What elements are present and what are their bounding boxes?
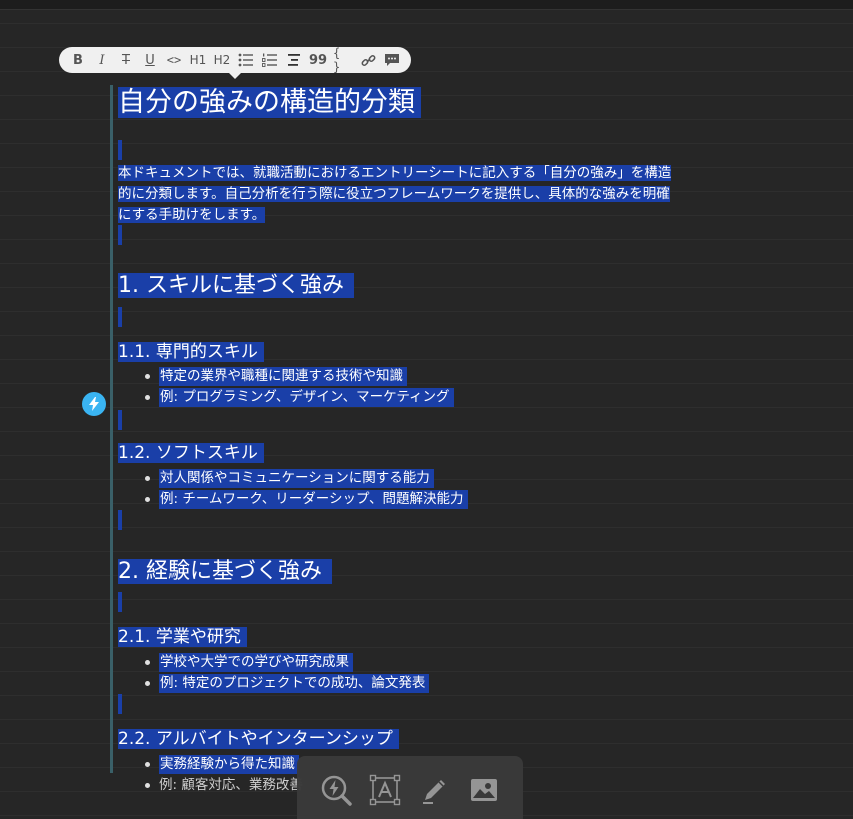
comment-button[interactable] xyxy=(381,50,403,70)
document-title[interactable]: 自分の強みの構造的分類 xyxy=(118,84,421,122)
title-text: 自分の強みの構造的分類 xyxy=(118,87,421,118)
subsection-heading[interactable]: 2.1. 学業や研究 xyxy=(118,625,247,649)
text-box-icon xyxy=(370,774,401,806)
bullet-list: 特定の業界や職種に関連する技術や知識 例: プログラミング、デザイン、マーケティ… xyxy=(140,366,454,408)
blockquote-button[interactable]: 99 xyxy=(307,50,329,70)
link-button[interactable] xyxy=(357,50,379,70)
bullet-list: 対人関係やコミュニケーションに関する能力 例: チームワーク、リーダーシップ、問… xyxy=(140,468,468,510)
lightning-icon xyxy=(89,397,99,411)
numbered-list-button[interactable] xyxy=(259,50,281,70)
subsection-heading-text: 2.1. 学業や研究 xyxy=(118,627,247,647)
list-item-text: 対人関係やコミュニケーションに関する能力 xyxy=(159,469,434,488)
bullet-list-button[interactable] xyxy=(235,50,257,70)
section-heading[interactable]: 1. スキルに基づく強み xyxy=(118,270,354,302)
subsection-heading[interactable]: 1.1. 専門的スキル xyxy=(118,340,264,364)
bullet-list: 実務経験から得た知識 例: 顧客対応、業務改善 xyxy=(140,754,303,796)
heading1-button[interactable]: H1 xyxy=(187,50,209,70)
list-item[interactable]: 特定の業界や職種に関連する技術や知識 xyxy=(140,366,454,387)
ai-assist-button[interactable] xyxy=(82,392,106,416)
ai-search-tool[interactable] xyxy=(318,772,354,808)
comment-icon xyxy=(385,53,399,66)
bottom-tool-palette xyxy=(297,756,523,819)
empty-line xyxy=(118,307,122,327)
empty-line xyxy=(118,510,122,530)
block-left-bar xyxy=(110,85,113,773)
top-strip xyxy=(0,0,853,10)
list-item-text: 例: 特定のプロジェクトでの成功、論文発表 xyxy=(159,674,430,693)
heading2-button[interactable]: H2 xyxy=(211,50,233,70)
intro-line: 的に分類します。自己分析を行う際に役立つフレームワークを提供し、具体的な強みを明… xyxy=(118,186,670,202)
text-box-tool[interactable] xyxy=(367,772,403,808)
list-item-text: 例: チームワーク、リーダーシップ、問題解決能力 xyxy=(159,490,468,509)
numbered-list-icon xyxy=(262,53,277,67)
editor-page: B I T U <> H1 H2 99 {} 自分の強みの構造的分類 本ドキュ… xyxy=(0,0,853,819)
subsection-heading-text: 1.2. ソフトスキル xyxy=(118,443,264,463)
bullet-list-icon xyxy=(238,53,253,67)
empty-line xyxy=(118,592,122,612)
intro-line: にする手助けをします。 xyxy=(118,207,266,223)
indent-list-button[interactable] xyxy=(283,50,305,70)
empty-line xyxy=(118,140,122,160)
format-toolbar: B I T U <> H1 H2 99 {} xyxy=(59,46,411,79)
list-item[interactable]: 例: 顧客対応、業務改善 xyxy=(140,775,303,796)
code-block-button[interactable]: { } xyxy=(331,46,355,74)
list-item[interactable]: 学校や大学での学びや研究成果 xyxy=(140,652,429,673)
intro-line: 本ドキュメントでは、就職活動におけるエントリーシートに記入する「自分の強み」を構… xyxy=(118,165,672,181)
section-heading-text: 2. 経験に基づく強み xyxy=(118,559,332,584)
pen-tool[interactable] xyxy=(417,772,453,808)
list-item-text: 学校や大学での学びや研究成果 xyxy=(159,653,353,672)
list-item-text: 特定の業界や職種に関連する技術や知識 xyxy=(159,367,407,386)
subsection-heading-text: 1.1. 専門的スキル xyxy=(118,342,264,362)
empty-line xyxy=(118,694,122,714)
list-item-text: 例: 顧客対応、業務改善 xyxy=(159,777,303,793)
subsection-heading[interactable]: 2.2. アルバイトやインターンシップ xyxy=(118,727,399,751)
subsection-heading[interactable]: 1.2. ソフトスキル xyxy=(118,441,264,465)
empty-line xyxy=(118,410,122,430)
image-tool[interactable] xyxy=(466,772,502,808)
subsection-heading-text: 2.2. アルバイトやインターンシップ xyxy=(118,729,399,749)
pen-icon xyxy=(422,780,445,804)
list-item[interactable]: 例: 特定のプロジェクトでの成功、論文発表 xyxy=(140,673,430,694)
underline-button[interactable]: U xyxy=(139,50,161,70)
bold-button[interactable]: B xyxy=(67,50,89,70)
bullet-list: 学校や大学での学びや研究成果 例: 特定のプロジェクトでの成功、論文発表 xyxy=(140,652,430,694)
list-item[interactable]: 実務経験から得た知識 xyxy=(140,754,303,775)
inline-code-button[interactable]: <> xyxy=(163,50,185,70)
italic-button[interactable]: I xyxy=(91,50,113,70)
list-item[interactable]: 例: チームワーク、リーダーシップ、問題解決能力 xyxy=(140,489,468,510)
list-item[interactable]: 対人関係やコミュニケーションに関する能力 xyxy=(140,468,468,489)
list-item[interactable]: 例: プログラミング、デザイン、マーケティング xyxy=(140,387,454,408)
empty-line xyxy=(118,225,122,245)
intro-paragraph[interactable]: 本ドキュメントでは、就職活動におけるエントリーシートに記入する「自分の強み」を構… xyxy=(118,163,698,226)
strikethrough-button[interactable]: T xyxy=(115,50,137,70)
section-heading-text: 1. スキルに基づく強み xyxy=(118,273,354,298)
link-icon xyxy=(361,54,375,66)
image-icon xyxy=(471,779,498,801)
list-item-text: 例: プログラミング、デザイン、マーケティング xyxy=(159,388,454,407)
outline-list-icon xyxy=(288,54,300,66)
lightning-search-icon xyxy=(321,775,352,806)
section-heading[interactable]: 2. 経験に基づく強み xyxy=(118,556,332,588)
list-item-text: 実務経験から得た知識 xyxy=(159,755,299,774)
